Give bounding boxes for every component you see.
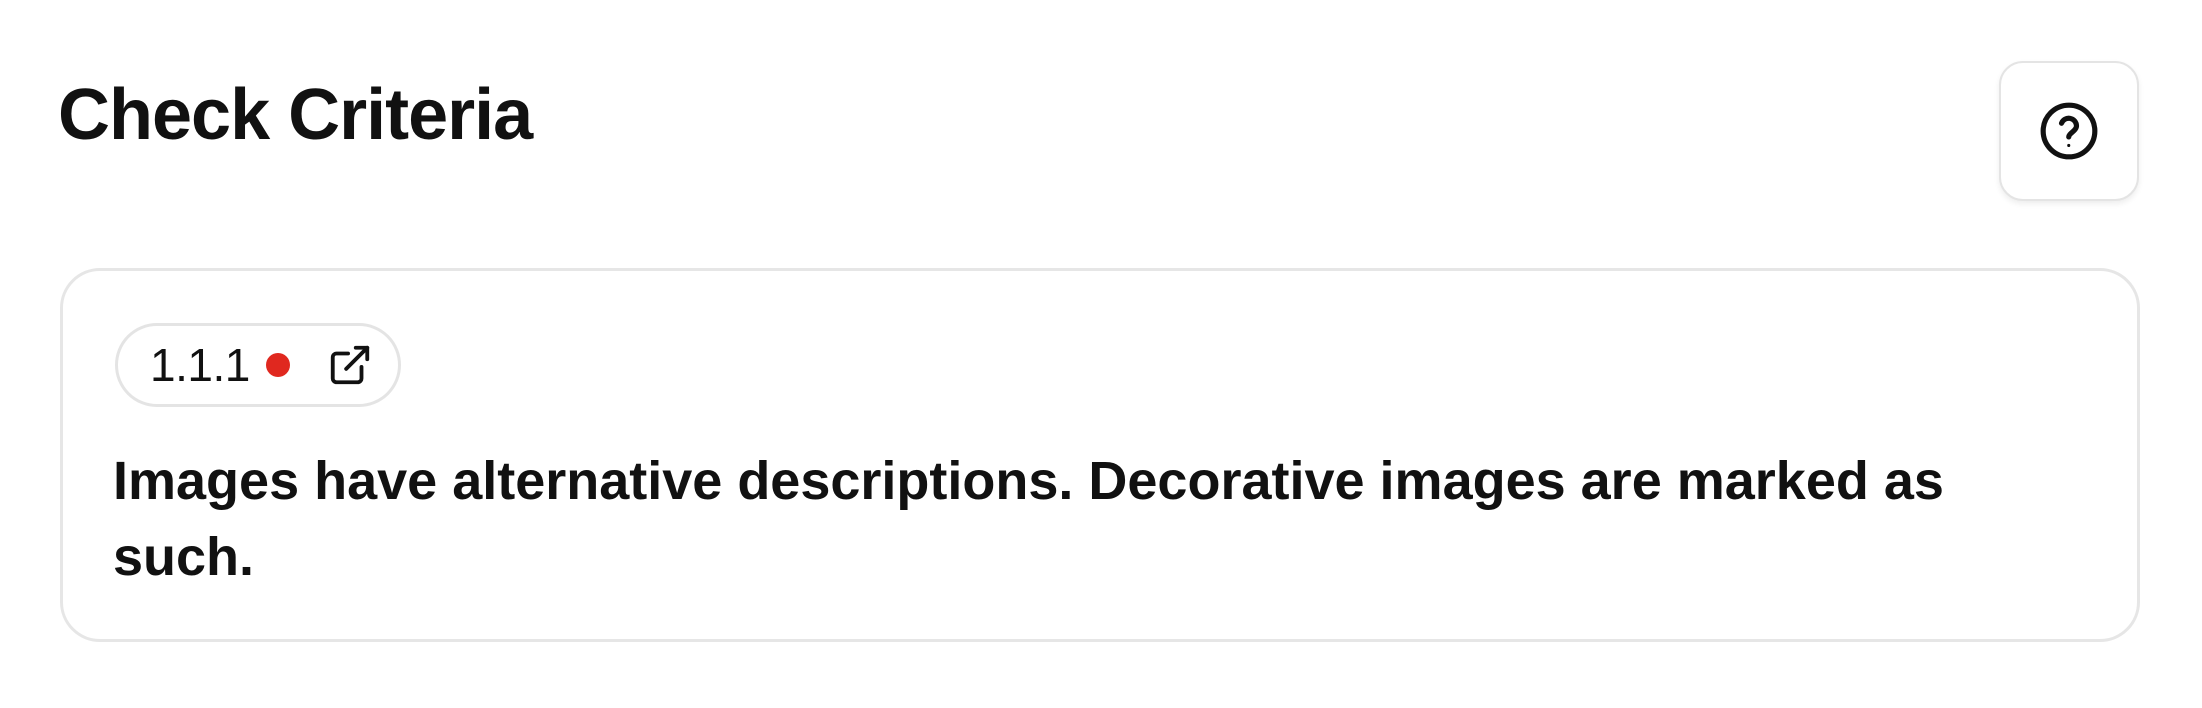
external-link-button[interactable] <box>326 341 374 389</box>
status-indicator-dot <box>265 353 290 377</box>
external-link-icon <box>327 342 373 388</box>
question-circle-icon <box>2038 100 2100 162</box>
criterion-description: Images have alternative descriptions. De… <box>113 451 1944 587</box>
criterion-card: 1.1.1 Images have alternative descriptio… <box>60 268 2140 642</box>
help-button[interactable] <box>1999 61 2139 201</box>
criterion-id: 1.1.1 <box>150 339 250 391</box>
page-title: Check Criteria <box>58 75 533 155</box>
criterion-badge: 1.1.1 <box>115 323 401 407</box>
